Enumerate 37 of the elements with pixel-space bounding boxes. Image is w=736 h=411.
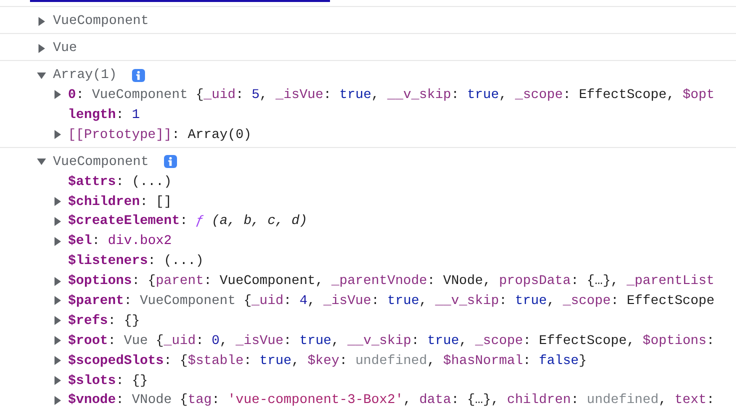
collapsed-triangle-icon[interactable] bbox=[37, 16, 46, 26]
property-line: $parent: VueComponent {_uid: 4, _isVue: true, __v_skip: true, _scope: EffectScope bbox=[68, 292, 714, 310]
collapsed-triangle-icon[interactable] bbox=[53, 276, 62, 286]
property-line: $options: {parent: VueComponent, _parentVnode: VNode, propsData: {…}, _parentList bbox=[68, 272, 714, 290]
property-line: $listeners: (...) bbox=[68, 252, 204, 270]
expanded-triangle-icon[interactable] bbox=[37, 70, 46, 80]
info-icon[interactable] bbox=[164, 155, 177, 168]
info-icon[interactable] bbox=[132, 68, 145, 82]
property-line: $root: Vue {_uid: 0, _isVue: true, __v_skip: true, _scope: EffectScope, $options: bbox=[68, 332, 714, 350]
property-line: $createElement: ƒ (a, b, c, d) bbox=[68, 212, 308, 230]
property-line: length: 1 bbox=[68, 106, 140, 124]
collapsed-triangle-icon[interactable] bbox=[53, 130, 62, 140]
object-label[interactable]: Array(1) bbox=[53, 65, 117, 85]
property-line: [[Prototype]]: Array(0) bbox=[68, 126, 252, 144]
property-line: 0: VueComponent {_uid: 5, _isVue: true, __v_skip: true, _scope: EffectScope, $opt bbox=[68, 86, 714, 104]
property-line: $children: [] bbox=[68, 192, 172, 211]
object-label[interactable]: Vue bbox=[53, 38, 77, 58]
expanded-triangle-icon[interactable] bbox=[37, 157, 46, 166]
collapsed-triangle-icon[interactable] bbox=[53, 376, 62, 386]
collapsed-triangle-icon[interactable] bbox=[53, 336, 62, 346]
collapsed-triangle-icon[interactable] bbox=[53, 296, 62, 306]
property-line: $slots: {} bbox=[68, 372, 148, 390]
collapsed-triangle-icon[interactable] bbox=[53, 356, 62, 366]
collapsed-triangle-icon[interactable] bbox=[53, 236, 62, 246]
collapsed-triangle-icon[interactable] bbox=[53, 216, 62, 226]
property-line: $attrs: (...) bbox=[68, 172, 172, 191]
collapsed-triangle-icon[interactable] bbox=[53, 197, 62, 206]
collapsed-triangle-icon[interactable] bbox=[37, 44, 46, 52]
collapsed-triangle-icon[interactable] bbox=[53, 396, 62, 405]
property-line: $vnode: VNode {tag: 'vue-component-3-Box2', data: {…}, children: undefined, text: bbox=[68, 391, 714, 410]
object-label[interactable]: VueComponent bbox=[53, 11, 149, 31]
collapsed-triangle-icon[interactable] bbox=[53, 90, 62, 100]
property-line: $scopedSlots: {$stable: true, $key: undefined, $hasNormal: false} bbox=[68, 352, 587, 370]
property-line: $el: div.box2 bbox=[68, 232, 172, 250]
object-label[interactable]: VueComponent bbox=[53, 152, 149, 172]
property-line: $refs: {} bbox=[68, 312, 140, 330]
collapsed-triangle-icon[interactable] bbox=[53, 316, 62, 326]
